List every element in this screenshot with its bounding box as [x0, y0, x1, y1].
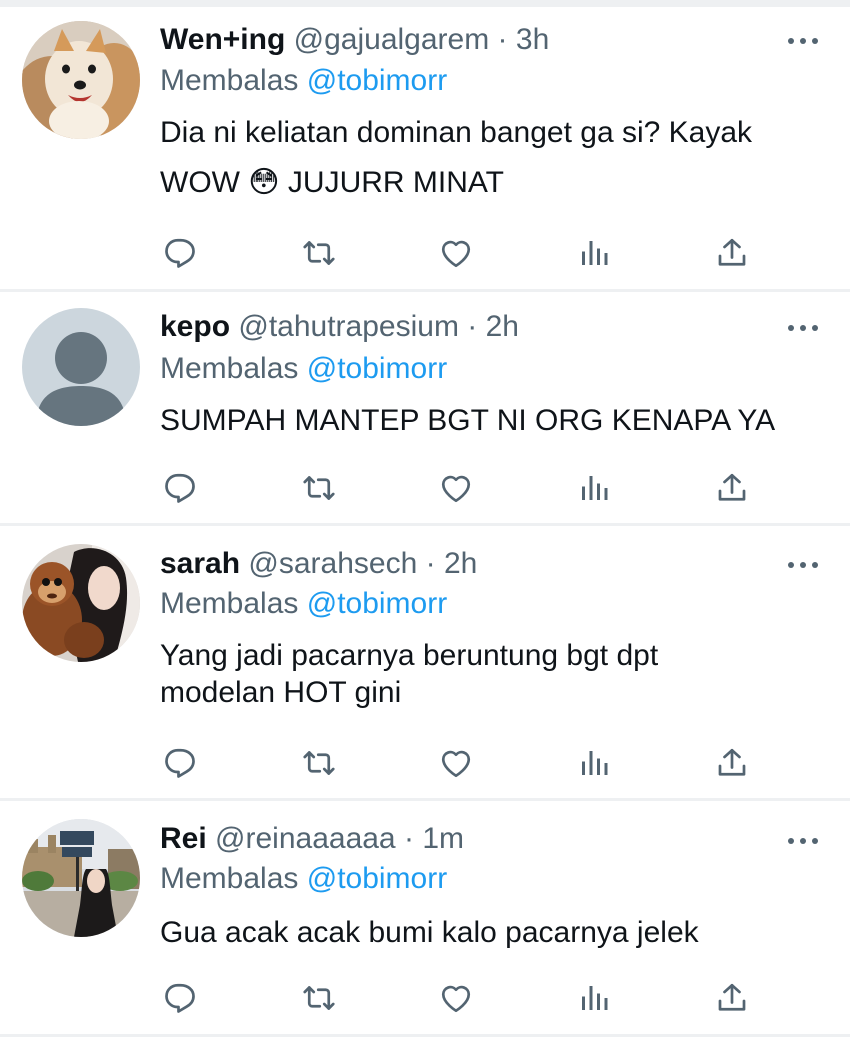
tweet-text-line: modelan HOT gini: [160, 676, 402, 709]
tweet-header: Wen+ing @gajualgarem · 3h: [160, 20, 549, 60]
retweet-icon[interactable]: [299, 978, 339, 1018]
tweet-actions: [160, 233, 760, 273]
avatar[interactable]: [22, 544, 140, 662]
divider: [0, 523, 850, 526]
dog-avatar-image: [22, 21, 140, 139]
reply-icon[interactable]: [160, 233, 200, 273]
share-icon[interactable]: [712, 233, 752, 273]
tweet-text-line: Dia ni keliatan dominan banget ga si? Ka…: [160, 116, 753, 149]
like-icon[interactable]: [436, 233, 476, 273]
tweet[interactable]: Wen+ing @gajualgarem · 3h Membalas @tobi…: [0, 0, 850, 292]
reply-icon[interactable]: [160, 978, 200, 1018]
replying-to: Membalas @tobimorr: [160, 859, 447, 899]
replying-prefix: Membalas: [160, 352, 299, 385]
replying-prefix: Membalas: [160, 587, 299, 620]
avatar[interactable]: [22, 21, 140, 139]
display-name[interactable]: kepo: [160, 310, 230, 343]
reply-icon[interactable]: [160, 468, 200, 508]
separator: ·: [497, 23, 508, 56]
handle[interactable]: @sarahsech: [248, 547, 417, 580]
handle[interactable]: @gajualgarem: [294, 23, 490, 56]
tweet[interactable]: Rei @reinaaaaaa · 1m Membalas @tobimorr …: [0, 802, 850, 1037]
tweet-header: kepo @tahutrapesium · 2h: [160, 307, 519, 347]
tweet-text-line: Gua acak acak bumi kalo pacarnya jelek: [160, 916, 699, 949]
retweet-icon[interactable]: [299, 233, 339, 273]
more-icon[interactable]: [786, 321, 820, 335]
timeline: Wen+ing @gajualgarem · 3h Membalas @tobi…: [0, 0, 850, 1037]
display-name[interactable]: Wen+ing: [160, 23, 285, 56]
more-icon[interactable]: [786, 558, 820, 572]
separator: ·: [403, 822, 414, 855]
like-icon[interactable]: [436, 743, 476, 783]
separator: ·: [467, 310, 478, 343]
tweet-text: SUMPAH MANTEP BGT NI ORG KENAPA YA: [160, 396, 830, 446]
girl-with-plush-avatar-image: [22, 544, 140, 662]
timestamp[interactable]: 2h: [486, 310, 519, 343]
tweet-text: Yang jadi pacarnya beruntung bgt dpt mod…: [160, 633, 830, 709]
tweet-text-line: Yang jadi pacarnya beruntung bgt dpt: [160, 639, 659, 672]
default-avatar-image: [22, 308, 140, 426]
replying-prefix: Membalas: [160, 64, 299, 97]
display-name[interactable]: sarah: [160, 547, 240, 580]
avatar[interactable]: [22, 819, 140, 937]
mention-link[interactable]: @tobimorr: [307, 862, 447, 895]
avatar[interactable]: [22, 308, 140, 426]
tweet-text-line: SUMPAH MANTEP BGT NI ORG KENAPA YA: [160, 404, 776, 437]
tweet-header: sarah @sarahsech · 2h: [160, 544, 477, 584]
handle[interactable]: @tahutrapesium: [238, 310, 459, 343]
tweet-actions: [160, 743, 760, 783]
display-name[interactable]: Rei: [160, 822, 207, 855]
replying-to: Membalas @tobimorr: [160, 584, 447, 624]
separator: ·: [425, 547, 436, 580]
reply-icon[interactable]: [160, 743, 200, 783]
share-icon[interactable]: [712, 743, 752, 783]
mention-link[interactable]: @tobimorr: [307, 587, 447, 620]
mention-link[interactable]: @tobimorr: [307, 64, 447, 97]
views-icon[interactable]: [574, 233, 614, 273]
tweet-text: Dia ni keliatan dominan banget ga si? Ka…: [160, 108, 830, 208]
city-street-avatar-image: [22, 819, 140, 937]
more-icon[interactable]: [786, 34, 820, 48]
timestamp[interactable]: 1m: [422, 822, 464, 855]
replying-prefix: Membalas: [160, 862, 299, 895]
handle[interactable]: @reinaaaaaa: [215, 822, 396, 855]
more-icon[interactable]: [786, 834, 820, 848]
views-icon[interactable]: [574, 743, 614, 783]
like-icon[interactable]: [436, 468, 476, 508]
timestamp[interactable]: 3h: [516, 23, 549, 56]
share-icon[interactable]: [712, 978, 752, 1018]
views-icon[interactable]: [574, 978, 614, 1018]
divider: [0, 798, 850, 801]
tweet-actions: [160, 978, 760, 1018]
tweet-text: Gua acak acak bumi kalo pacarnya jelek: [160, 908, 830, 958]
tweet-header: Rei @reinaaaaaa · 1m: [160, 819, 464, 859]
views-icon[interactable]: [574, 468, 614, 508]
retweet-icon[interactable]: [299, 468, 339, 508]
mention-link[interactable]: @tobimorr: [307, 352, 447, 385]
like-icon[interactable]: [436, 978, 476, 1018]
replying-to: Membalas @tobimorr: [160, 61, 447, 101]
tweet-actions: [160, 468, 760, 508]
tweet[interactable]: kepo @tahutrapesium · 2h Membalas @tobim…: [0, 292, 850, 526]
tweet[interactable]: sarah @sarahsech · 2h Membalas @tobimorr…: [0, 527, 850, 801]
tweet-text-line: WOW 😳 JUJURR MINAT: [160, 166, 505, 199]
share-icon[interactable]: [712, 468, 752, 508]
retweet-icon[interactable]: [299, 743, 339, 783]
replying-to: Membalas @tobimorr: [160, 349, 447, 389]
timestamp[interactable]: 2h: [444, 547, 477, 580]
